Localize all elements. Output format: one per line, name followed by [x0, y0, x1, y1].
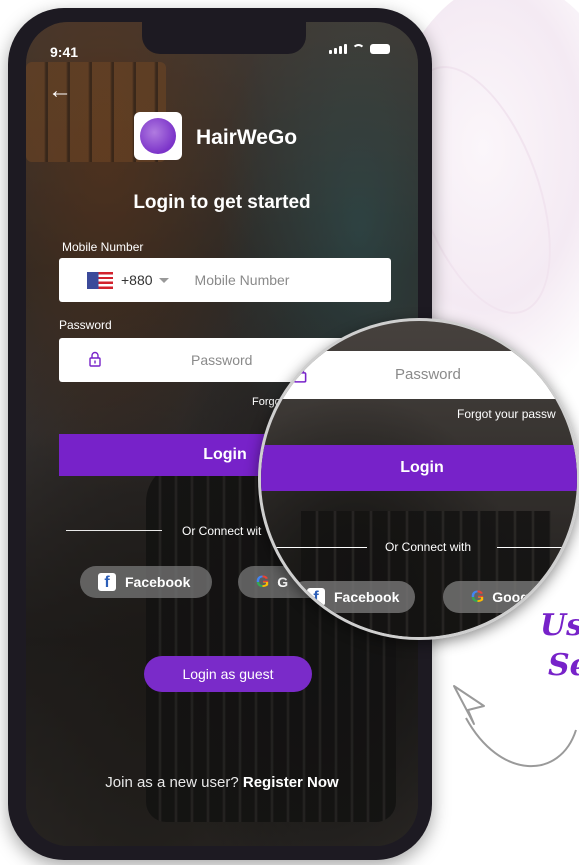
facebook-button[interactable]: f Facebook: [80, 566, 212, 598]
zoom-divider-right: [497, 547, 577, 548]
zoom-lock-icon: [293, 365, 307, 383]
brand-name: HairWeGo: [196, 126, 298, 149]
battery-icon: [370, 44, 390, 54]
zoom-login-button: Login: [261, 445, 577, 491]
phone-notch: [142, 22, 306, 54]
signal-icon: [329, 44, 347, 54]
logo-icon: [140, 118, 176, 154]
wifi-icon: [352, 44, 365, 54]
facebook-icon: f: [98, 573, 116, 591]
zoom-google-icon: G: [471, 587, 485, 606]
country-code[interactable]: +880: [121, 272, 153, 288]
zoom-divider-left: [275, 547, 367, 548]
curved-arrow-icon: [453, 685, 577, 767]
zoom-google-label: Goog: [492, 589, 529, 605]
zoom-magnifier: Password Forgot your passw Login Or Conn…: [258, 318, 579, 640]
mobile-input[interactable]: Mobile Number: [195, 272, 290, 288]
brand-logo: [134, 112, 182, 160]
password-label: Password: [59, 318, 112, 332]
showcase-canvas: 9:41 ← HairWeGo Login to get started Mob…: [0, 0, 579, 865]
password-input[interactable]: Password: [191, 352, 252, 368]
divider-left: [66, 530, 162, 531]
zoom-password-placeholder: Password: [395, 366, 461, 383]
annotation-line-1: Us: [540, 608, 579, 643]
zoom-connect-text: Or Connect with: [385, 540, 472, 554]
status-icons: [329, 44, 390, 54]
register-now-link[interactable]: Register Now: [243, 774, 339, 791]
chevron-down-icon[interactable]: [158, 277, 169, 283]
mobile-label: Mobile Number: [62, 240, 144, 254]
us-flag-icon[interactable]: [87, 271, 113, 289]
register-prompt: Join as a new user? Register Now: [26, 774, 418, 791]
register-prompt-text: Join as a new user?: [105, 774, 239, 791]
guest-login-button[interactable]: Login as guest: [144, 656, 312, 692]
back-arrow-icon[interactable]: ←: [48, 79, 74, 103]
page-heading: Login to get started: [133, 192, 311, 213]
zoom-password-field: Password: [261, 351, 577, 399]
zoom-facebook-label: Facebook: [334, 589, 400, 605]
mobile-field[interactable]: +880 Mobile Number: [59, 258, 391, 302]
status-time: 9:41: [50, 44, 79, 60]
zoom-facebook-button: f Facebook: [289, 581, 415, 613]
connect-with-text: Or Connect wit: [182, 524, 262, 538]
zoom-facebook-icon: f: [307, 588, 325, 606]
zoom-forgot-text: Forgot your passw: [457, 407, 556, 421]
facebook-label: Facebook: [125, 574, 191, 590]
lock-icon: [89, 351, 101, 367]
